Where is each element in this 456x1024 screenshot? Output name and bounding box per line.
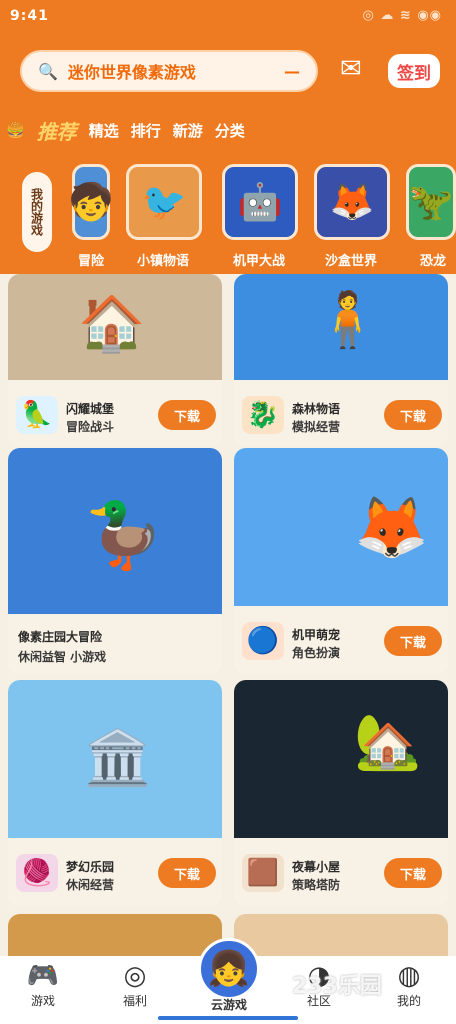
download-button[interactable]: 下载 xyxy=(158,858,216,888)
game-screenshot: 🏡 xyxy=(234,680,448,838)
screenshot-art: 🦆 xyxy=(84,499,164,573)
cloud-game-avatar[interactable]: 👧 xyxy=(198,938,260,1000)
card-info: 🦜 闪耀城堡 冒险战斗 下载 xyxy=(8,380,222,446)
status-icons: ◎ ☁ ≋ ◉◉ xyxy=(362,8,442,23)
game-screenshot: 🦆 xyxy=(8,448,222,614)
game-card[interactable]: 🏡 🟫 夜幕小屋 策略塔防 下载 xyxy=(234,680,448,906)
game-title: 森林物语 xyxy=(292,402,341,416)
my-games-tab[interactable]: 我的游戏 xyxy=(22,172,52,252)
nav-cloud-label[interactable]: 云游戏 xyxy=(188,996,270,1013)
screenshot-art: 🏛️ xyxy=(84,726,152,789)
tab-icon: 🍔 xyxy=(6,121,25,139)
nav-label: 我的 xyxy=(396,994,421,1008)
screenshot-art: 🏡 xyxy=(354,710,422,773)
screenshot-art: 🦊 xyxy=(354,493,429,563)
game-title: 像素庄园大冒险 xyxy=(18,630,103,644)
game-card[interactable]: 🦆 像素庄园大冒险 休闲益智 小游戏 xyxy=(8,448,222,674)
tab-recommend[interactable]: 推荐 xyxy=(37,116,77,145)
game-tile[interactable]: 🐦 xyxy=(126,164,202,240)
card-info: 🔵 机甲萌宠 角色扮演 下载 xyxy=(234,606,448,674)
home-indicator xyxy=(158,1016,298,1020)
search-input[interactable]: 🔍 迷你世界像素游戏 — xyxy=(20,50,318,92)
game-subtitle: 休闲益智 小游戏 xyxy=(18,650,107,664)
game-subtitle: 休闲经营 xyxy=(66,878,115,892)
game-icon: 🟫 xyxy=(242,854,284,892)
game-tile[interactable]: 🦊 xyxy=(314,164,390,240)
game-screenshot: 🏛️ xyxy=(8,680,222,838)
bottom-nav: 🎮 游戏 ◎ 福利 👧 云游戏 ◑ 社区 ◍ 我的 xyxy=(0,938,456,1024)
download-button[interactable]: 下载 xyxy=(158,400,216,430)
game-icon: 🔵 xyxy=(242,622,284,660)
game-screenshot: 🧍 xyxy=(234,274,448,380)
tab-new[interactable]: 新游 xyxy=(173,120,203,141)
screenshot-art: 🧍 xyxy=(314,288,382,351)
nav-label: 福利 xyxy=(122,994,147,1008)
download-button[interactable]: 下载 xyxy=(384,626,442,656)
game-card[interactable]: 🏛️ 🧶 梦幻乐园 休闲经营 下载 xyxy=(8,680,222,906)
game-title: 机甲萌宠 xyxy=(292,628,341,642)
nav-label: 游戏 xyxy=(30,994,55,1008)
game-label: 小镇物语 xyxy=(136,254,189,269)
game-subtitle: 策略塔防 xyxy=(292,878,341,892)
download-button[interactable]: 下载 xyxy=(384,400,442,430)
screenshot-art: 🏠 xyxy=(78,292,146,355)
game-tile[interactable]: 🧒 xyxy=(69,164,113,240)
game-title: 梦幻乐园 xyxy=(66,860,115,874)
game-feed[interactable]: 🏠 🦜 闪耀城堡 冒险战斗 下载 🧍 🐉 森林物语 模拟经营 下载 🦆 像素庄园… xyxy=(0,274,456,956)
game-icon: 🐉 xyxy=(242,396,284,434)
game-tile[interactable]: 🦖 xyxy=(406,164,456,240)
card-info: 🟫 夜幕小屋 策略塔防 下载 xyxy=(234,838,448,906)
clear-icon[interactable]: — xyxy=(284,62,300,81)
game-card[interactable]: 🦊 🔵 机甲萌宠 角色扮演 下载 xyxy=(234,448,448,674)
game-screenshot: 🦊 xyxy=(234,448,448,606)
game-subtitle: 模拟经营 xyxy=(292,420,341,434)
game-icon: 🧶 xyxy=(16,854,58,892)
gift-icon: ◎ xyxy=(123,961,147,991)
nav-games[interactable]: 🎮 游戏 xyxy=(8,962,78,1009)
game-label: 恐龙 xyxy=(419,254,446,269)
top-header: 9:41 ◎ ☁ ≋ ◉◉ 🔍 迷你世界像素游戏 — ✉ 签到 🍔 推荐 精选 … xyxy=(0,0,456,274)
gamepad-icon: 🎮 xyxy=(26,961,60,991)
game-card-partial[interactable] xyxy=(8,914,222,956)
game-card[interactable]: 🧍 🐉 森林物语 模拟经营 下载 xyxy=(234,274,448,446)
status-bar: 9:41 ◎ ☁ ≋ ◉◉ xyxy=(10,8,446,32)
search-icon: 🔍 xyxy=(38,61,58,81)
game-title: 夜幕小屋 xyxy=(292,860,341,874)
card-info: 🐉 森林物语 模拟经营 下载 xyxy=(234,380,448,446)
game-label: 沙盒世界 xyxy=(324,254,377,269)
game-card-partial[interactable] xyxy=(234,914,448,956)
game-label: 机甲大战 xyxy=(232,254,285,269)
game-icon: 🦜 xyxy=(16,396,58,434)
watermark: 233乐园 xyxy=(292,974,382,999)
game-screenshot: 🏠 xyxy=(8,274,222,380)
category-tabs: 🍔 推荐 精选 排行 新游 分类 xyxy=(0,112,456,148)
status-time: 9:41 xyxy=(10,8,49,24)
game-tile[interactable]: 🤖 xyxy=(222,164,298,240)
profile-icon: ◍ xyxy=(397,961,421,991)
message-icon[interactable]: ✉ xyxy=(340,54,362,84)
download-button[interactable]: 下载 xyxy=(384,858,442,888)
game-title: 闪耀城堡 xyxy=(66,402,115,416)
game-subtitle: 角色扮演 xyxy=(292,646,341,660)
tab-featured[interactable]: 精选 xyxy=(89,120,119,141)
tab-classify[interactable]: 分类 xyxy=(215,120,245,141)
card-info: 像素庄园大冒险 休闲益智 小游戏 xyxy=(8,614,222,674)
tab-ranking[interactable]: 排行 xyxy=(131,120,161,141)
nav-welfare[interactable]: ◎ 福利 xyxy=(100,962,170,1009)
game-subtitle: 冒险战斗 xyxy=(66,420,115,434)
card-info: 🧶 梦幻乐园 休闲经营 下载 xyxy=(8,838,222,906)
checkin-badge[interactable]: 签到 xyxy=(388,54,440,88)
nav-profile[interactable]: ◍ 我的 xyxy=(374,962,444,1009)
game-card[interactable]: 🏠 🦜 闪耀城堡 冒险战斗 下载 xyxy=(8,274,222,446)
search-placeholder: 迷你世界像素游戏 xyxy=(67,63,196,82)
